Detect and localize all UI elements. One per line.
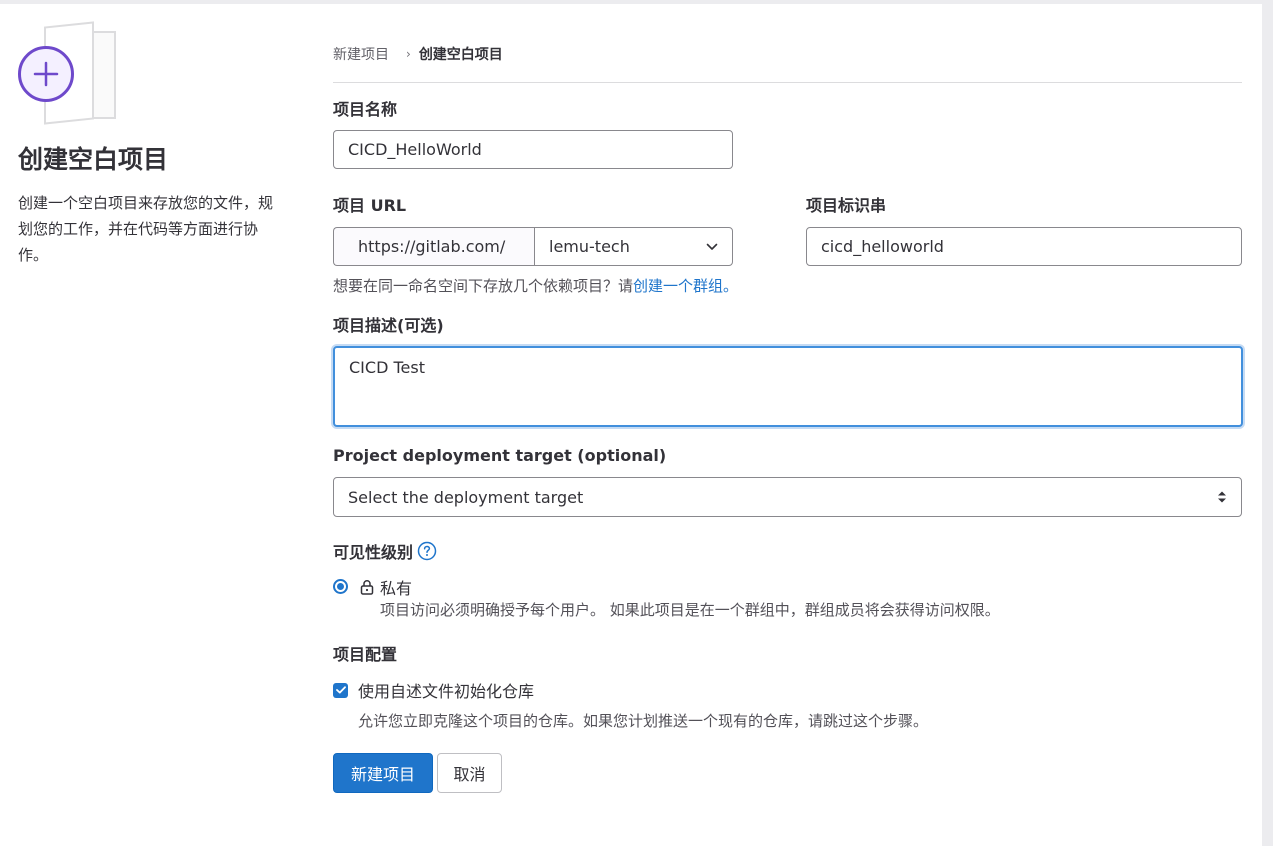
url-prefix: https://gitlab.com/	[333, 227, 534, 266]
page-title: 创建空白项目	[18, 145, 169, 174]
project-description-label: 项目描述(可选)	[333, 316, 444, 335]
check-icon	[335, 686, 346, 694]
deploy-target-placeholder: Select the deployment target	[348, 487, 584, 507]
project-slug-input[interactable]	[806, 227, 1242, 266]
top-border	[0, 0, 1273, 4]
cancel-button[interactable]: 取消	[437, 753, 502, 793]
deploy-target-select[interactable]: Select the deployment target	[333, 477, 1242, 517]
breadcrumb-separator: ›	[406, 47, 411, 61]
project-url-group: https://gitlab.com/ lemu-tech	[333, 227, 733, 266]
visibility-private-radio[interactable]	[333, 579, 348, 594]
plus-circle-icon	[18, 46, 74, 102]
namespace-select[interactable]: lemu-tech	[534, 227, 733, 266]
breadcrumb-current: 创建空白项目	[418, 47, 503, 63]
chevron-down-icon	[706, 243, 718, 250]
readme-option[interactable]: 使用自述文件初始化仓库	[333, 678, 534, 702]
scrollbar-track[interactable]	[1262, 0, 1273, 846]
project-name-label: 项目名称	[333, 100, 398, 119]
project-description-textarea[interactable]: CICD Test	[333, 346, 1243, 427]
left-panel: 创建空白项目 创建一个空白项目来存放您的文件，规划您的工作，并在代码等方面进行协…	[18, 21, 293, 268]
page-description: 创建一个空白项目来存放您的文件，规划您的工作，并在代码等方面进行协作。	[18, 194, 274, 264]
visibility-private-label: 私有	[380, 579, 413, 598]
readme-desc: 允许您立即克隆这个项目的仓库。如果您计划推送一个现有的仓库，请跳过这个步骤。	[358, 712, 929, 730]
breadcrumb-divider	[333, 82, 1242, 83]
group-hint: 想要在同一命名空间下存放几个依赖项目？请创建一个群组。	[333, 275, 738, 296]
lock-icon	[360, 580, 374, 595]
plus-circle-illustration-icon	[18, 21, 118, 125]
visibility-private-desc: 项目访问必须明确授予每个用户。 如果此项目是在一个群组中，群组成员将会获得访问权…	[380, 601, 1000, 619]
readme-checkbox[interactable]	[333, 682, 348, 698]
visibility-label: 可见性级别	[333, 543, 414, 562]
sort-arrows-icon	[1218, 491, 1226, 503]
project-name-input[interactable]	[333, 130, 733, 169]
visibility-label-row: 可见性级别	[333, 539, 437, 563]
create-project-button[interactable]: 新建项目	[333, 753, 433, 793]
group-hint-text: 想要在同一命名空间下存放几个依赖项目？请	[333, 277, 634, 295]
namespace-value: lemu-tech	[549, 237, 630, 256]
deploy-target-label: Project deployment target (optional)	[333, 446, 667, 465]
project-config-label: 项目配置	[333, 645, 398, 664]
visibility-private-option[interactable]: 私有 项目访问必须明确授予每个用户。 如果此项目是在一个群组中，群组成员将会获得…	[333, 575, 1000, 620]
readme-label: 使用自述文件初始化仓库	[358, 682, 535, 701]
breadcrumb: 新建项目 › 创建空白项目	[333, 44, 503, 64]
create-group-link[interactable]: 创建一个群组。	[633, 277, 738, 295]
question-circle-icon[interactable]	[417, 541, 437, 561]
project-slug-label: 项目标识串	[806, 196, 887, 215]
breadcrumb-new-project[interactable]: 新建项目	[333, 44, 389, 64]
project-url-label: 项目 URL	[333, 196, 407, 215]
